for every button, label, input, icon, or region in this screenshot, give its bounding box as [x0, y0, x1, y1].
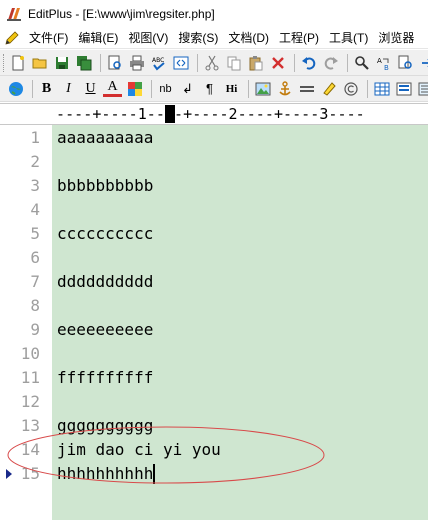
red-ellipse-annotation	[7, 426, 325, 484]
